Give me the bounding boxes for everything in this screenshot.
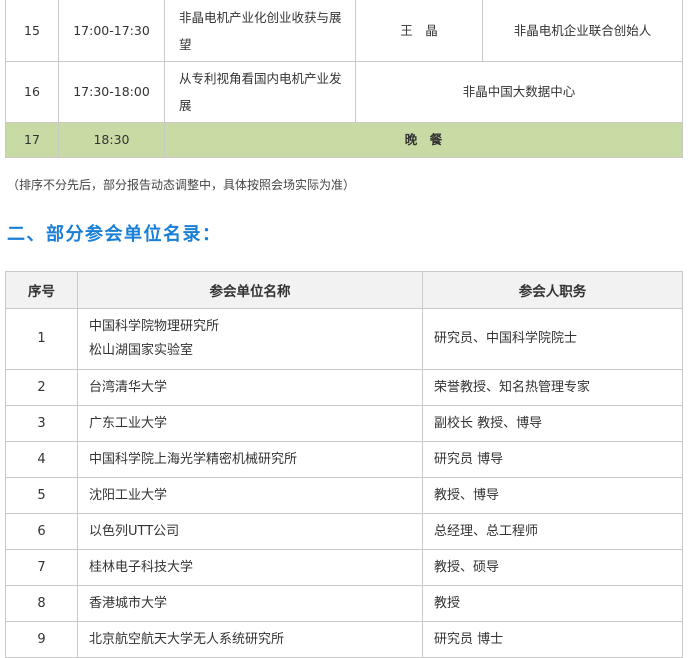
organization-name-line: 桂林电子科技大学 (89, 559, 194, 575)
row-number: 4 (5, 441, 78, 478)
row-number: 1 (5, 308, 78, 370)
table-row: 2 台湾清华大学 荣誉教授、知名热管理专家 (5, 369, 683, 406)
table-row: 8 香港城市大学 教授 (5, 585, 683, 622)
schedule-table: 15 17:00-17:30 非晶电机产业化创业收获与展望 王 晶 非晶电机企业… (5, 0, 683, 158)
organization-name: 以色列UTT公司 (77, 513, 423, 550)
session-speaker-affiliation: 非晶中国大数据中心 (355, 61, 683, 123)
session-affiliation: 非晶电机企业联合创始人 (482, 0, 683, 62)
session-number: 17 (5, 122, 59, 158)
attendee-position: 研究员、中国科学院院士 (422, 308, 683, 370)
table-row: 7 桂林电子科技大学 教授、硕导 (5, 549, 683, 586)
session-time: 18:30 (58, 122, 165, 158)
session-time: 17:00-17:30 (58, 0, 165, 62)
table-row: 4 中国科学院上海光学精密机械研究所 研究员 博导 (5, 441, 683, 478)
organization-name: 香港城市大学 (77, 585, 423, 622)
organization-name-line: 沈阳工业大学 (89, 487, 168, 503)
section-title: 二、部分参会单位名录： (7, 224, 222, 245)
table-row: 6 以色列UTT公司 总经理、总工程师 (5, 513, 683, 550)
session-number: 15 (5, 0, 59, 62)
attendee-position: 教授、硕导 (422, 549, 683, 586)
organization-name-line: 中国科学院上海光学精密机械研究所 (89, 451, 298, 467)
attendee-position: 副校长 教授、博导 (422, 405, 683, 442)
session-speaker: 王 晶 (355, 0, 483, 62)
row-number: 9 (5, 621, 78, 658)
participants-table: 序号 参会单位名称 参会人职务 1 中国科学院物理研究所 松山湖国家实验室 研究员、中… (5, 271, 683, 658)
session-topic: 从专利视角看国内电机产业发展 (164, 61, 356, 123)
session-number: 16 (5, 61, 59, 123)
table-row: 1 中国科学院物理研究所 松山湖国家实验室 研究员、中国科学院院士 (5, 308, 683, 370)
attendee-position: 研究员 博士 (422, 621, 683, 658)
organization-name: 中国科学院物理研究所 松山湖国家实验室 (77, 308, 423, 370)
session-time: 17:30-18:00 (58, 61, 165, 123)
session-topic: 非晶电机产业化创业收获与展望 (164, 0, 356, 62)
row-number: 3 (5, 405, 78, 442)
organization-name-line: 中国科学院物理研究所 (89, 319, 220, 334)
row-number: 7 (5, 549, 78, 586)
schedule-row: 15 17:00-17:30 非晶电机产业化创业收获与展望 王 晶 非晶电机企业… (5, 0, 683, 62)
attendee-position: 教授、博导 (422, 477, 683, 514)
organization-name: 桂林电子科技大学 (77, 549, 423, 586)
participants-header-row: 序号 参会单位名称 参会人职务 (5, 271, 683, 309)
schedule-row-dinner: 17 18:30 晚 餐 (5, 122, 683, 158)
table-row: 3 广东工业大学 副校长 教授、博导 (5, 405, 683, 442)
participants-table-body: 1 中国科学院物理研究所 松山湖国家实验室 研究员、中国科学院院士 2 台湾清华大学 荣誉教… (5, 308, 683, 658)
attendee-position: 荣誉教授、知名热管理专家 (422, 369, 683, 406)
organization-name: 台湾清华大学 (77, 369, 423, 406)
column-header-number: 序号 (5, 271, 78, 309)
attendee-position: 研究员 博导 (422, 441, 683, 478)
organization-name: 中国科学院上海光学精密机械研究所 (77, 441, 423, 478)
schedule-row: 16 17:30-18:00 从专利视角看国内电机产业发展 非晶中国大数据中心 (5, 61, 683, 123)
column-header-organization: 参会单位名称 (77, 271, 423, 309)
table-row: 9 北京航空航天大学无人系统研究所 研究员 博士 (5, 621, 683, 658)
row-number: 5 (5, 477, 78, 514)
attendee-position: 总经理、总工程师 (422, 513, 683, 550)
organization-name: 北京航空航天大学无人系统研究所 (77, 621, 423, 658)
session-event: 晚 餐 (164, 122, 683, 158)
column-header-position: 参会人职务 (422, 271, 683, 309)
organization-name-line: 松山湖国家实验室 (89, 343, 194, 358)
organization-name: 广东工业大学 (77, 405, 423, 442)
table-row: 5 沈阳工业大学 教授、博导 (5, 477, 683, 514)
organization-name-line: 广东工业大学 (89, 415, 168, 431)
schedule-note: （排序不分先后，部分报告动态调整中，具体按照会场实际为准） (7, 178, 356, 192)
attendee-position: 教授 (422, 585, 683, 622)
row-number: 8 (5, 585, 78, 622)
organization-name-line: 台湾清华大学 (89, 379, 168, 395)
row-number: 6 (5, 513, 78, 550)
organization-name-line: 北京航空航天大学无人系统研究所 (89, 631, 285, 647)
row-number: 2 (5, 369, 78, 406)
organization-name: 沈阳工业大学 (77, 477, 423, 514)
organization-name-line: 以色列UTT公司 (89, 523, 180, 539)
organization-name-line: 香港城市大学 (89, 595, 168, 611)
